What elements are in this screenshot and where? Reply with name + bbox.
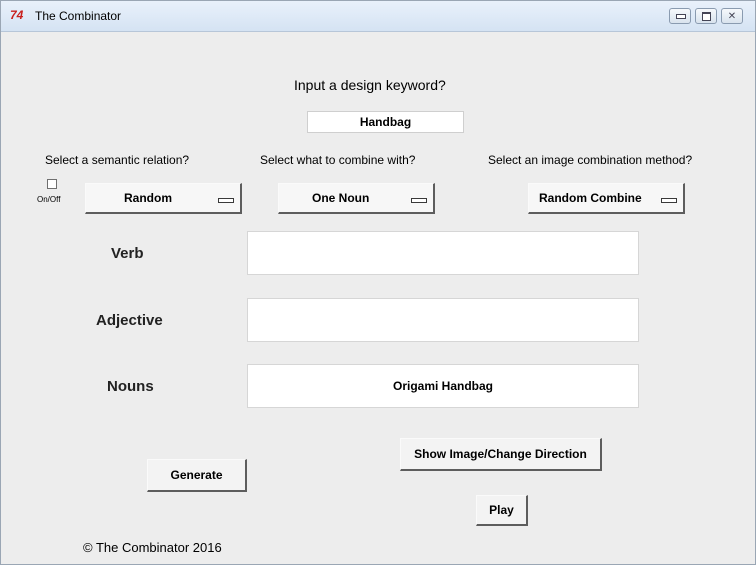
copyright-text: © The Combinator 2016 xyxy=(83,540,222,555)
on-off-label: On/Off xyxy=(37,195,61,204)
keyword-input[interactable]: Handbag xyxy=(307,111,464,133)
image-method-select[interactable]: Random Combine xyxy=(528,183,685,214)
generate-button[interactable]: Generate xyxy=(147,459,247,492)
adjective-label: Adjective xyxy=(96,312,163,329)
option-menu-indicator-icon xyxy=(218,198,234,203)
keyword-prompt-label: Input a design keyword? xyxy=(294,77,446,93)
semantic-relation-label: Select a semantic relation? xyxy=(45,153,190,167)
option-menu-indicator-icon xyxy=(661,198,677,203)
play-button[interactable]: Play xyxy=(476,495,528,526)
on-off-checkbox[interactable] xyxy=(47,179,57,189)
option-menu-indicator-icon xyxy=(411,198,427,203)
combine-with-select[interactable]: One Noun xyxy=(278,183,435,214)
close-icon: ✕ xyxy=(727,10,737,22)
verb-label: Verb xyxy=(111,245,144,262)
combine-with-label: Select what to combine with? xyxy=(260,153,416,167)
verb-field[interactable] xyxy=(247,231,639,275)
tk-app-icon: 74 xyxy=(10,8,24,22)
window-title: The Combinator xyxy=(35,9,122,23)
show-image-button[interactable]: Show Image/Change Direction xyxy=(400,438,602,471)
semantic-relation-select[interactable]: Random xyxy=(85,183,242,214)
nouns-label: Nouns xyxy=(107,378,154,395)
semantic-relation-selected: Random xyxy=(124,191,172,205)
combine-with-selected: One Noun xyxy=(312,191,370,205)
maximize-button[interactable] xyxy=(695,8,717,24)
maximize-icon xyxy=(702,12,711,21)
minimize-icon xyxy=(676,14,686,19)
nouns-field[interactable]: Origami Handbag xyxy=(247,364,639,408)
minimize-button[interactable] xyxy=(669,8,691,24)
close-button[interactable]: ✕ xyxy=(721,8,743,24)
title-bar: 74 The Combinator ✕ xyxy=(1,1,755,32)
adjective-field[interactable] xyxy=(247,298,639,342)
image-method-label: Select an image combination method? xyxy=(488,153,693,167)
image-method-selected: Random Combine xyxy=(539,191,642,205)
app-window: 74 The Combinator ✕ Input a design keywo… xyxy=(0,0,756,565)
